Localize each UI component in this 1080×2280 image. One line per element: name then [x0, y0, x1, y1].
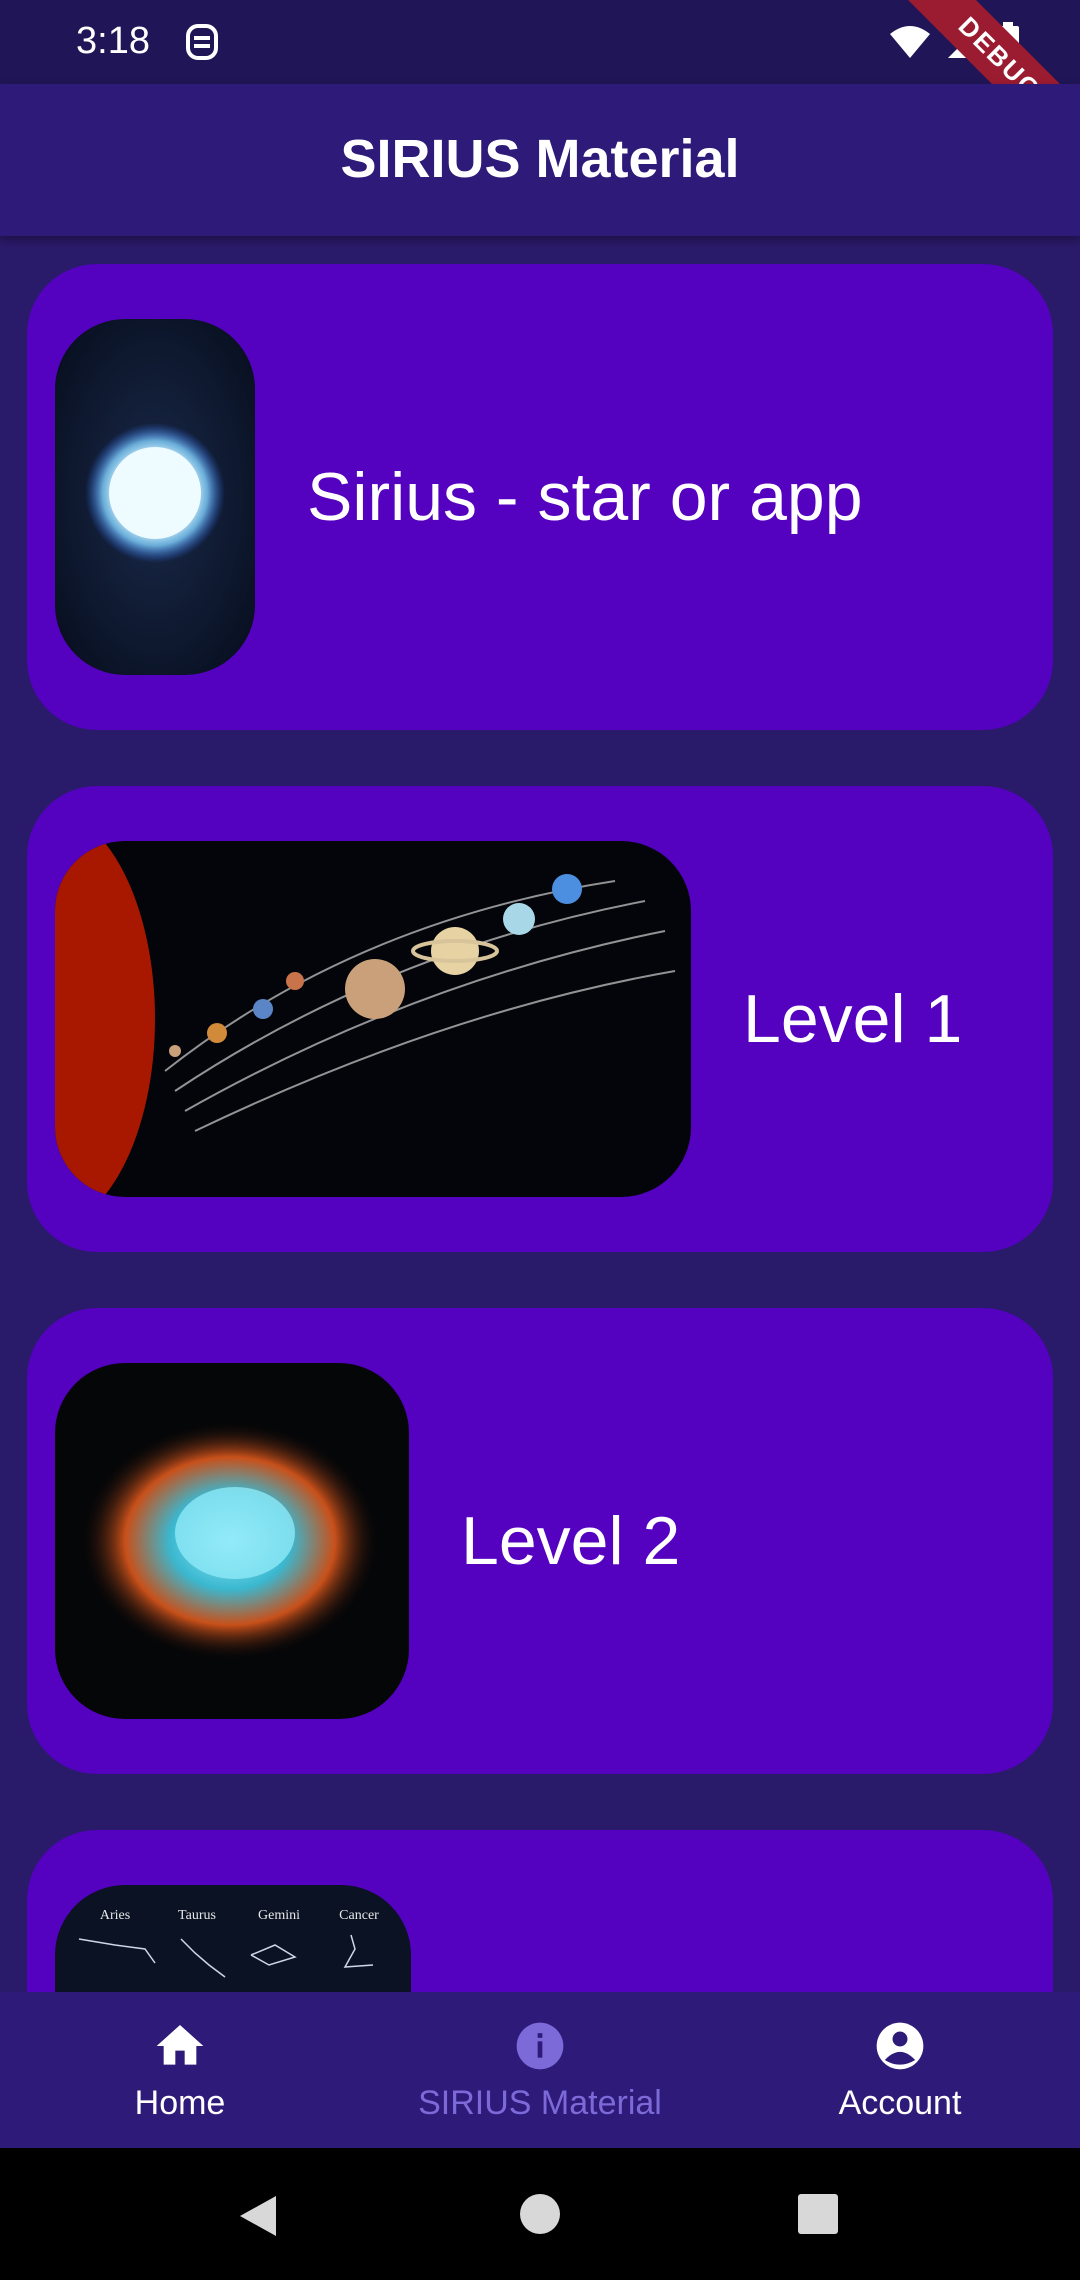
card-label: Level 2	[461, 1503, 681, 1579]
card-label: Level 1	[743, 981, 963, 1057]
constellation-label-cancer: Cancer	[339, 1908, 379, 1923]
card-constellations[interactable]: Aries Taurus Gemini Cancer	[27, 1830, 1053, 1992]
system-navigation-bar	[0, 2148, 1080, 2280]
card-image-sirius-star	[55, 319, 255, 675]
bottom-navigation: Home SIRIUS Material Account	[0, 1992, 1080, 2148]
content-list[interactable]: Sirius - star or app Level 1 Level 2 Ari…	[0, 236, 1080, 1992]
app-notification-icon	[186, 24, 218, 60]
info-icon	[516, 2022, 564, 2070]
constellation-label-taurus: Taurus	[178, 1908, 216, 1923]
app-bar: SIRIUS Material	[0, 84, 1080, 236]
status-bar: 3:18 DEBUG	[0, 0, 1080, 182]
nav-label-home: Home	[134, 2084, 226, 2122]
back-icon[interactable]	[236, 2192, 280, 2240]
status-time: 3:18	[76, 20, 150, 62]
card-image-zodiac-constellations: Aries Taurus Gemini Cancer	[55, 1885, 411, 1992]
account-icon	[876, 2022, 924, 2070]
constellation-label-gemini: Gemini	[258, 1908, 300, 1923]
nav-item-home[interactable]: Home	[0, 1992, 360, 2148]
home-icon	[156, 2025, 204, 2065]
page-title: SIRIUS Material	[340, 129, 740, 189]
nav-item-account[interactable]: Account	[720, 1992, 1080, 2148]
recents-icon[interactable]	[798, 2194, 838, 2234]
nav-item-sirius-material[interactable]: SIRIUS Material	[360, 1992, 720, 2148]
card-sirius[interactable]: Sirius - star or app	[27, 264, 1053, 730]
card-level-2[interactable]: Level 2	[27, 1308, 1053, 1774]
home-circle-icon[interactable]	[518, 2192, 562, 2236]
nav-label-account: Account	[838, 2084, 962, 2122]
constellation-label-aries: Aries	[100, 1908, 130, 1923]
card-image-crab-nebula	[55, 1363, 409, 1719]
card-image-solar-system	[55, 841, 691, 1197]
card-level-1[interactable]: Level 1	[27, 786, 1053, 1252]
wifi-icon	[890, 26, 930, 58]
card-label: Sirius - star or app	[307, 459, 863, 535]
nav-label-sirius-material: SIRIUS Material	[418, 2084, 662, 2122]
